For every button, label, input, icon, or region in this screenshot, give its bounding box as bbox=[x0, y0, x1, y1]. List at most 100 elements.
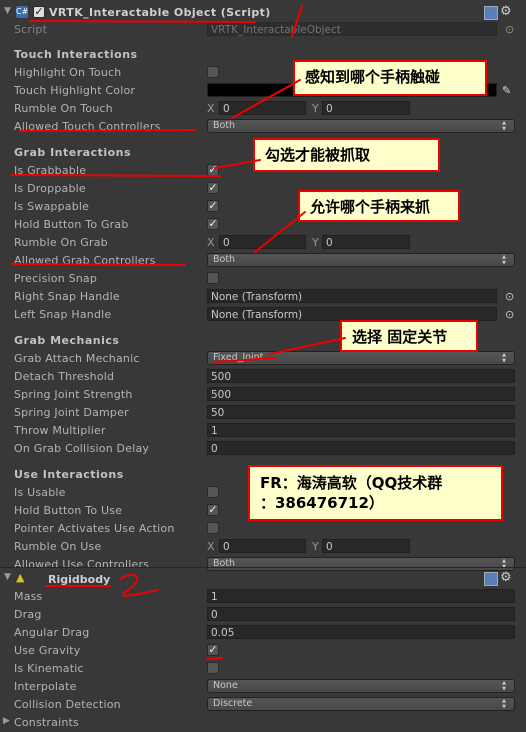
field-label: Left Snap Handle bbox=[14, 308, 112, 321]
field-label: Detach Threshold bbox=[14, 370, 115, 383]
rigidbody-title: Rigidbody bbox=[48, 573, 111, 586]
row-on-grab-collision-delay: On Grab Collision Delay 0 bbox=[0, 440, 516, 458]
section-header-grab-interactions: Grab Interactions bbox=[14, 146, 132, 159]
field-label: Grab Attach Mechanic bbox=[14, 352, 140, 365]
input-detach-threshold[interactable]: 500 bbox=[207, 369, 515, 383]
credit-line-1: FR：海涛高软（QQ技术群 bbox=[260, 474, 443, 492]
field-label: Hold Button To Grab bbox=[14, 218, 129, 231]
section-header-grab-mechanics: Grab Mechanics bbox=[14, 334, 120, 347]
object-field-right-snap-handle[interactable]: None (Transform) bbox=[207, 289, 497, 303]
checkbox-is-swappable[interactable]: ✓ bbox=[207, 200, 219, 212]
row-rumble-on-use: Rumble On Use X 0 Y 0 bbox=[0, 538, 516, 556]
object-picker-icon[interactable]: ⊙ bbox=[505, 290, 514, 303]
checkbox-is-usable[interactable] bbox=[207, 486, 219, 498]
checkbox-highlight-on-touch[interactable] bbox=[207, 66, 219, 78]
dropdown-allowed-touch-controllers[interactable]: Both ▲▼ bbox=[207, 119, 515, 133]
dropdown-allowed-grab-controllers[interactable]: Both ▲▼ bbox=[207, 253, 515, 267]
field-label: Angular Drag bbox=[14, 626, 90, 639]
y-input[interactable]: 0 bbox=[322, 539, 410, 553]
checkbox-is-droppable[interactable]: ✓ bbox=[207, 182, 219, 194]
y-label: Y bbox=[312, 102, 319, 115]
section-header-touch-interactions: Touch Interactions bbox=[14, 48, 138, 61]
foldout-arrow-icon[interactable]: ▼ bbox=[4, 572, 11, 582]
unity-inspector: ▼ C# ✓ VRTK_Interactable Object (Script)… bbox=[0, 0, 526, 732]
row-collision-detection: Collision Detection Discrete ▲▼ bbox=[0, 696, 516, 714]
foldout-arrow-icon[interactable]: ▼ bbox=[4, 6, 11, 16]
field-label: Is Grabbable bbox=[14, 164, 87, 177]
dropdown-grab-attach-mechanic[interactable]: Fixed_Joint ▲▼ bbox=[207, 351, 515, 365]
foldout-arrow-icon[interactable]: ▶ bbox=[3, 716, 10, 726]
checkbox-hold-button-to-grab[interactable]: ✓ bbox=[207, 218, 219, 230]
input-drag[interactable]: 0 bbox=[207, 607, 515, 621]
checkbox-use-gravity[interactable]: ✓ bbox=[207, 644, 219, 656]
checkbox-precision-snap[interactable] bbox=[207, 272, 219, 284]
x-label: X bbox=[207, 540, 215, 553]
eyedropper-icon[interactable]: ✎ bbox=[502, 84, 511, 97]
component-enabled-checkbox[interactable]: ✓ bbox=[33, 6, 45, 18]
rigidbody-component-header[interactable]: ▼ ▲ Rigidbody ⚙ bbox=[0, 567, 526, 590]
field-label: Allowed Grab Controllers bbox=[14, 254, 156, 267]
x-label: X bbox=[207, 102, 215, 115]
checkbox-pointer-activates-use-action[interactable] bbox=[207, 522, 219, 534]
input-angular-drag[interactable]: 0.05 bbox=[207, 625, 515, 639]
x-input[interactable]: 0 bbox=[219, 101, 306, 115]
row-mass: Mass 1 bbox=[0, 588, 516, 606]
rigidbody-icon: ▲ bbox=[16, 571, 25, 584]
input-throw-multiplier[interactable]: 1 bbox=[207, 423, 515, 437]
input-on-grab-collision-delay[interactable]: 0 bbox=[207, 441, 515, 455]
credit-line-2: ：386476712） bbox=[260, 494, 384, 512]
gear-icon[interactable]: ⚙ bbox=[500, 570, 512, 585]
updown-arrow-icon: ▲▼ bbox=[501, 352, 507, 364]
row-detach-threshold: Detach Threshold 500 bbox=[0, 368, 516, 386]
row-is-kinematic: Is Kinematic bbox=[0, 660, 516, 678]
field-label: Rumble On Use bbox=[14, 540, 102, 553]
x-input[interactable]: 0 bbox=[219, 539, 306, 553]
section-header-use-interactions: Use Interactions bbox=[14, 468, 124, 481]
dropdown-collision-detection[interactable]: Discrete ▲▼ bbox=[207, 697, 515, 711]
field-label: Spring Joint Strength bbox=[14, 388, 133, 401]
object-field-left-snap-handle[interactable]: None (Transform) bbox=[207, 307, 497, 321]
field-label: Rumble On Touch bbox=[14, 102, 113, 115]
field-label: Drag bbox=[14, 608, 42, 621]
y-input[interactable]: 0 bbox=[322, 101, 410, 115]
y-input[interactable]: 0 bbox=[322, 235, 410, 249]
row-rumble-on-grab: Rumble On Grab X 0 Y 0 bbox=[0, 234, 516, 252]
row-allowed-touch-controllers: Allowed Touch Controllers Both ▲▼ bbox=[0, 118, 516, 136]
row-rumble-on-touch: Rumble On Touch X 0 Y 0 bbox=[0, 100, 516, 118]
input-spring-joint-strength[interactable]: 500 bbox=[207, 387, 515, 401]
help-icon[interactable] bbox=[484, 6, 498, 20]
field-label: Touch Highlight Color bbox=[14, 84, 136, 97]
object-picker-icon: ⊙ bbox=[505, 23, 515, 36]
callout-grabbable: 勾选才能被抓取 bbox=[253, 138, 440, 172]
help-icon[interactable] bbox=[484, 572, 498, 586]
row-drag: Drag 0 bbox=[0, 606, 516, 624]
checkbox-is-grabbable[interactable]: ✓ bbox=[207, 164, 219, 176]
row-pointer-activates-use-action: Pointer Activates Use Action bbox=[0, 520, 516, 538]
object-picker-icon[interactable]: ⊙ bbox=[505, 308, 514, 321]
row-throw-multiplier: Throw Multiplier 1 bbox=[0, 422, 516, 440]
field-label: Interpolate bbox=[14, 680, 77, 693]
field-label: Throw Multiplier bbox=[14, 424, 106, 437]
dropdown-value: None bbox=[213, 680, 238, 691]
dropdown-value: Discrete bbox=[213, 698, 253, 709]
csharp-script-icon: C# bbox=[16, 6, 29, 18]
field-label: Rumble On Grab bbox=[14, 236, 108, 249]
y-label: Y bbox=[312, 236, 319, 249]
checkbox-hold-button-to-use[interactable]: ✓ bbox=[207, 504, 219, 516]
checkbox-is-kinematic[interactable] bbox=[207, 662, 219, 674]
row-spring-joint-damper: Spring Joint Damper 50 bbox=[0, 404, 516, 422]
dropdown-value: Both bbox=[213, 120, 236, 131]
row-grab-attach-mechanic: Grab Attach Mechanic Fixed_Joint ▲▼ bbox=[0, 350, 516, 368]
row-right-snap-handle: Right Snap Handle None (Transform) ⊙ bbox=[0, 288, 516, 306]
dropdown-interpolate[interactable]: None ▲▼ bbox=[207, 679, 515, 693]
input-mass[interactable]: 1 bbox=[207, 589, 515, 603]
dropdown-value: Both bbox=[213, 254, 236, 265]
gear-icon[interactable]: ⚙ bbox=[500, 4, 512, 19]
component-title: VRTK_Interactable Object (Script) bbox=[49, 6, 271, 19]
callout-fixed-joint: 选择 固定关节 bbox=[340, 320, 478, 352]
input-spring-joint-damper[interactable]: 50 bbox=[207, 405, 515, 419]
field-label: Constraints bbox=[14, 716, 79, 729]
x-input[interactable]: 0 bbox=[219, 235, 306, 249]
script-row: Script VRTK_InteractableObject ⊙ bbox=[0, 21, 516, 39]
updown-arrow-icon: ▲▼ bbox=[501, 254, 507, 266]
